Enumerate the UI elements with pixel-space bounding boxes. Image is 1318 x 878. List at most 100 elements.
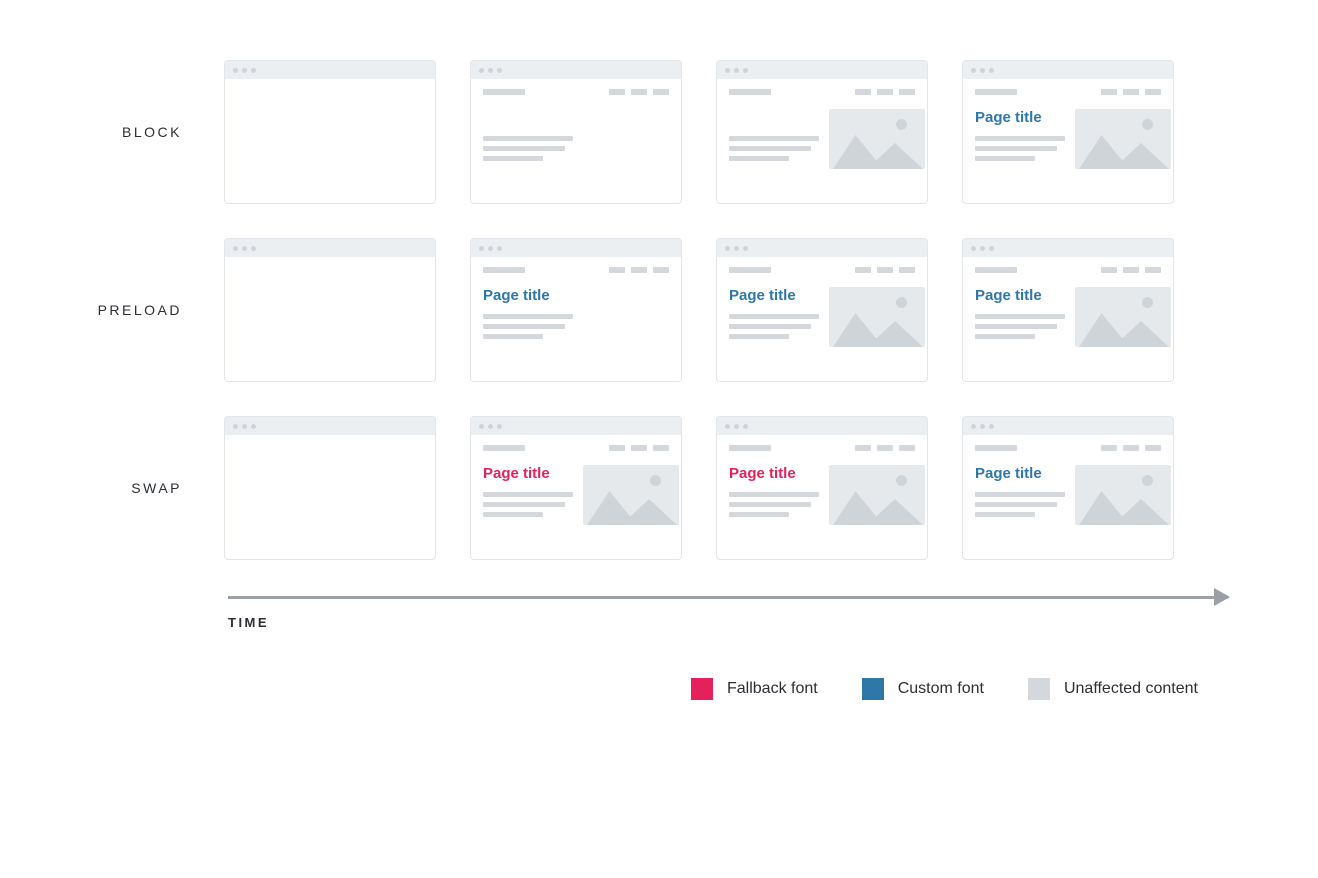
window-dot-icon bbox=[971, 68, 976, 73]
page-title: Page title bbox=[729, 465, 819, 482]
text-line-placeholder bbox=[729, 502, 811, 507]
row-label: SWAP bbox=[70, 480, 190, 496]
browser-chrome bbox=[717, 417, 927, 435]
browser-mock bbox=[224, 416, 436, 560]
window-dot-icon bbox=[734, 246, 739, 251]
browser-body: Page title bbox=[717, 257, 927, 381]
nav-link-placeholder bbox=[1123, 267, 1139, 273]
content-row: Page title bbox=[975, 109, 1161, 169]
window-dot-icon bbox=[479, 246, 484, 251]
swatch-unaffected-icon bbox=[1028, 678, 1050, 700]
nav-link-placeholder bbox=[877, 267, 893, 273]
text-line-placeholder bbox=[975, 502, 1057, 507]
window-dot-icon bbox=[980, 246, 985, 251]
browser-body: Page title bbox=[963, 435, 1173, 559]
nav-link-placeholder bbox=[1101, 267, 1117, 273]
browser-chrome bbox=[963, 417, 1173, 435]
nav-placeholder bbox=[483, 267, 669, 273]
image-column bbox=[1075, 287, 1171, 347]
text-line-placeholder bbox=[975, 146, 1057, 151]
browser-mock: Page title bbox=[716, 60, 928, 204]
nav-link-placeholder bbox=[631, 445, 647, 451]
nav-link-placeholder bbox=[631, 89, 647, 95]
window-dot-icon bbox=[251, 246, 256, 251]
browser-mock: Page title bbox=[962, 60, 1174, 204]
browser-body: Page title bbox=[471, 435, 681, 559]
title-column: Page title bbox=[483, 287, 573, 339]
window-dot-icon bbox=[989, 246, 994, 251]
nav-logo-placeholder bbox=[729, 267, 771, 273]
nav-link-placeholder bbox=[899, 89, 915, 95]
browser-mock: Page title bbox=[962, 416, 1174, 560]
nav-logo-placeholder bbox=[483, 445, 525, 451]
legend-item-fallback: Fallback font bbox=[691, 678, 818, 700]
page-title: Page title bbox=[975, 465, 1065, 482]
sun-icon bbox=[896, 119, 907, 130]
nav-link-placeholder bbox=[855, 267, 871, 273]
mountains-icon bbox=[829, 133, 925, 169]
title-column: Page title bbox=[483, 465, 573, 517]
title-column: Page title bbox=[975, 465, 1065, 517]
browser-mock: Page title bbox=[470, 238, 682, 382]
browser-chrome bbox=[225, 417, 435, 435]
nav-placeholder bbox=[483, 89, 669, 95]
window-dot-icon bbox=[734, 68, 739, 73]
nav-link-placeholder bbox=[609, 267, 625, 273]
window-dot-icon bbox=[725, 424, 730, 429]
window-dot-icon bbox=[242, 246, 247, 251]
content-row: Page title bbox=[975, 465, 1161, 525]
mountains-icon bbox=[1075, 133, 1171, 169]
nav-logo-placeholder bbox=[729, 89, 771, 95]
nav-link-placeholder bbox=[1145, 267, 1161, 273]
page-title: Page title bbox=[483, 287, 573, 304]
nav-links-placeholder bbox=[855, 445, 915, 451]
nav-link-placeholder bbox=[855, 89, 871, 95]
axis-line bbox=[228, 596, 1228, 599]
text-line-placeholder bbox=[483, 502, 565, 507]
title-column: Page title bbox=[729, 109, 819, 161]
window-dot-icon bbox=[725, 68, 730, 73]
stage-list: Page titlePage titlePage title bbox=[224, 238, 1174, 382]
row-label: PRELOAD bbox=[70, 302, 190, 318]
browser-body bbox=[225, 435, 435, 559]
nav-link-placeholder bbox=[631, 267, 647, 273]
text-line-placeholder bbox=[975, 314, 1065, 319]
browser-body: Page title bbox=[717, 79, 927, 203]
nav-placeholder bbox=[483, 445, 669, 451]
browser-chrome bbox=[471, 417, 681, 435]
font-loading-diagram: BLOCKPage titlePage titlePage titlePRELO… bbox=[70, 60, 1248, 700]
paragraph-placeholder bbox=[483, 492, 573, 517]
window-dot-icon bbox=[743, 68, 748, 73]
nav-link-placeholder bbox=[899, 445, 915, 451]
text-line-placeholder bbox=[729, 156, 789, 161]
text-line-placeholder bbox=[729, 512, 789, 517]
nav-links-placeholder bbox=[1101, 267, 1161, 273]
window-dot-icon bbox=[497, 424, 502, 429]
window-dot-icon bbox=[479, 68, 484, 73]
sun-icon bbox=[896, 297, 907, 308]
nav-link-placeholder bbox=[653, 267, 669, 273]
nav-link-placeholder bbox=[1101, 89, 1117, 95]
paragraph-placeholder bbox=[483, 136, 573, 161]
window-dot-icon bbox=[497, 246, 502, 251]
nav-links-placeholder bbox=[609, 267, 669, 273]
window-dot-icon bbox=[488, 68, 493, 73]
swatch-custom-icon bbox=[862, 678, 884, 700]
text-line-placeholder bbox=[975, 492, 1065, 497]
text-line-placeholder bbox=[483, 512, 543, 517]
nav-links-placeholder bbox=[1101, 445, 1161, 451]
paragraph-placeholder bbox=[729, 492, 819, 517]
browser-chrome bbox=[471, 61, 681, 79]
browser-mock: Page title bbox=[716, 416, 928, 560]
text-line-placeholder bbox=[975, 156, 1035, 161]
text-line-placeholder bbox=[483, 136, 573, 141]
nav-link-placeholder bbox=[1101, 445, 1117, 451]
window-dot-icon bbox=[233, 68, 238, 73]
nav-logo-placeholder bbox=[483, 267, 525, 273]
content-row: Page title bbox=[729, 109, 915, 169]
browser-body: Page title bbox=[471, 79, 681, 203]
window-dot-icon bbox=[971, 246, 976, 251]
browser-body: Page title bbox=[717, 435, 927, 559]
nav-link-placeholder bbox=[899, 267, 915, 273]
text-line-placeholder bbox=[483, 324, 565, 329]
